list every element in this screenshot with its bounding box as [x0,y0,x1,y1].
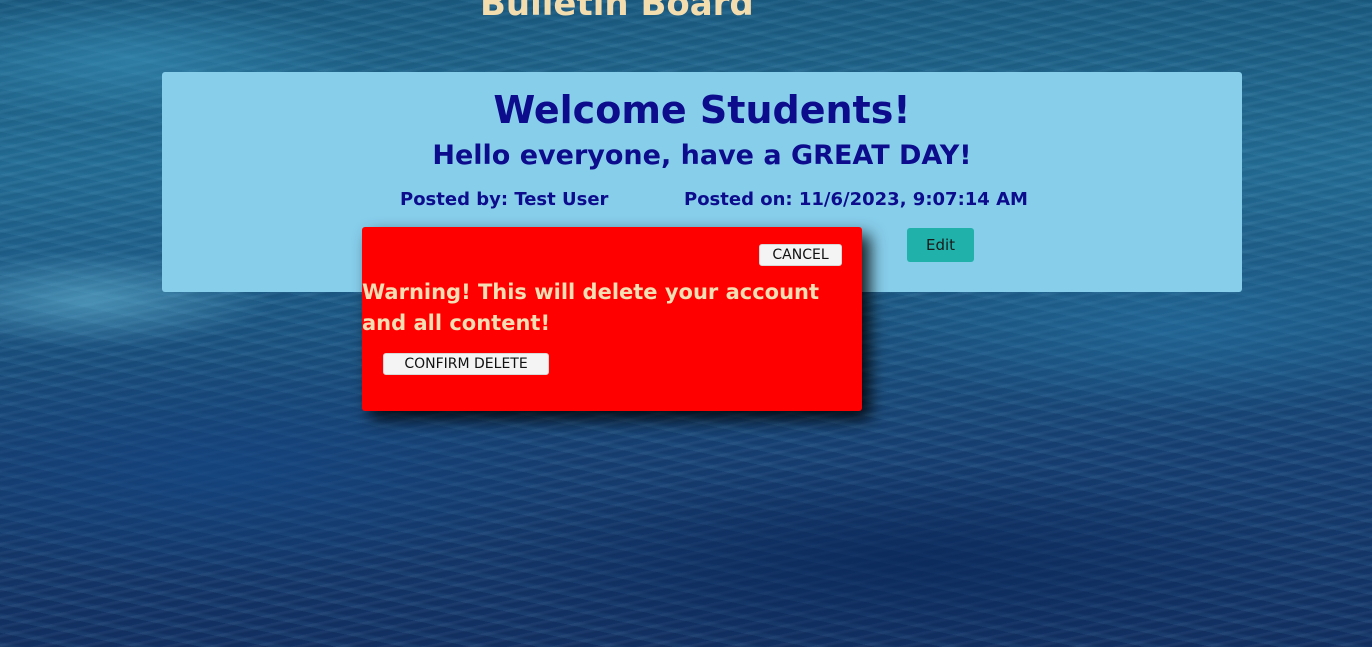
post-date: Posted on: 11/6/2023, 9:07:14 AM [684,189,1028,210]
cancel-button[interactable]: CANCEL [759,244,842,266]
post-body: Hello everyone, have a GREAT DAY! [432,140,972,171]
edit-button[interactable]: Edit [907,228,974,262]
post-title: Welcome Students! [493,88,911,132]
post-author: Posted by: Test User [400,189,609,210]
confirm-delete-button[interactable]: CONFIRM DELETE [383,353,549,375]
page-title: Bulletin Board [480,0,754,24]
delete-warning-modal: CANCEL Warning! This will delete your ac… [362,227,862,411]
warning-message: Warning! This will delete your account a… [362,280,820,335]
